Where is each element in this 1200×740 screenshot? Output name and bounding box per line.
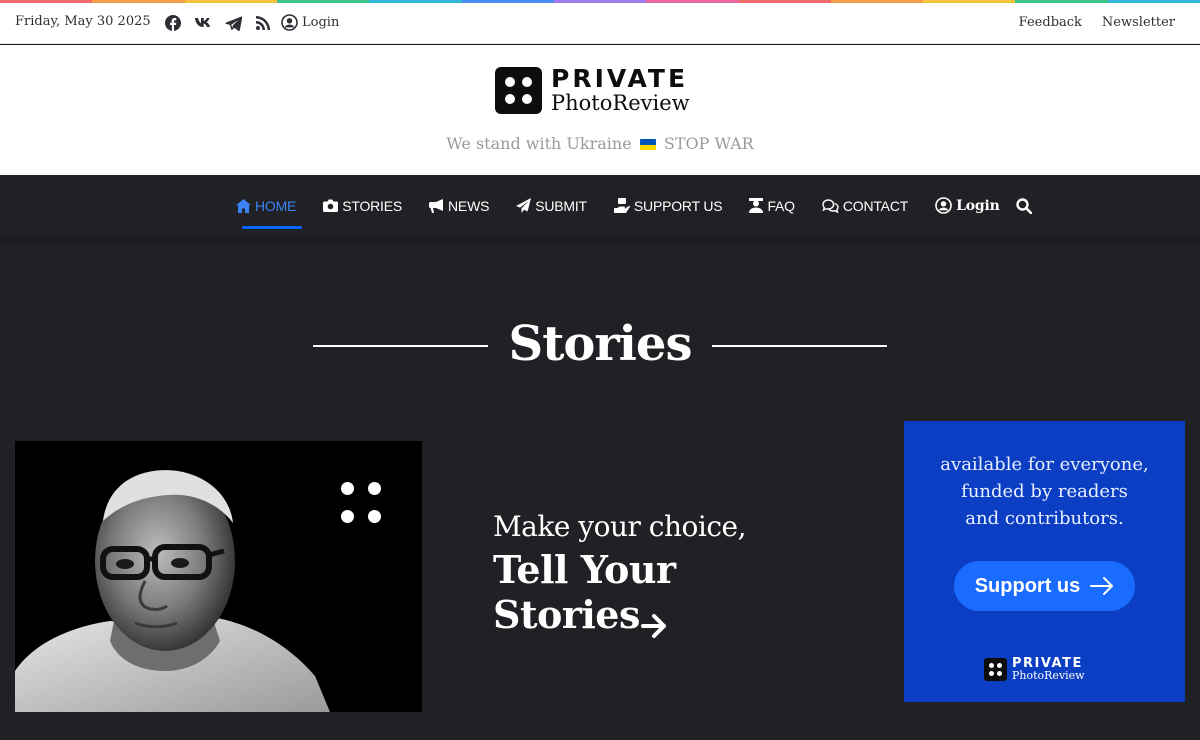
page-title: Stories [508,316,693,372]
section-title: Stories [0,316,1200,372]
social-links [158,12,278,34]
current-date: Friday, May 30 2025 [15,14,151,29]
paper-plane-icon [516,198,532,213]
tagline-text: We stand with Ukraine [446,134,632,153]
donate-hand-icon [613,198,630,213]
top-bar: Friday, May 30 2025 Login Feedback Newsl… [0,3,1200,44]
tell-stories-promo[interactable]: Make your choice, Tell Your Stories [493,510,833,639]
nav-item-news[interactable]: NEWS [429,198,489,214]
ad-text-line2: funded by readers [961,481,1128,502]
story-photo[interactable] [15,441,422,712]
nav-stories-label: STORIES [342,197,403,214]
topbar-login-link[interactable]: Login [281,14,339,31]
support-us-label: Support us [974,574,1081,597]
rss-icon[interactable] [248,12,278,34]
main-nav: HOME STORIES NEWS SUBMIT SUPPORT US FAQ … [0,175,1200,237]
nav-home-label: HOME [255,197,297,214]
nav-item-support-us[interactable]: SUPPORT US [613,197,723,214]
user-circle-icon [281,14,298,31]
arrow-right-icon[interactable] [641,613,669,639]
vk-icon[interactable] [188,12,218,34]
ad-text-line3: and contributors. [965,508,1124,529]
nav-login-link[interactable]: Login [935,197,1000,214]
ad-logo: PRIVATE PhotoReview [984,657,1085,682]
nav-item-contact[interactable]: CONTACT [822,198,908,214]
facebook-icon[interactable] [158,12,188,34]
site-header: PRIVATE PhotoReview We stand with Ukrain… [0,45,1200,175]
megaphone-icon [429,198,444,213]
chat-icon [822,198,839,213]
nav-item-faq[interactable]: FAQ [749,197,795,214]
ukraine-tagline: We stand with Ukraine STOP WAR [0,134,1200,153]
nav-item-submit[interactable]: SUBMIT [516,198,587,214]
telegram-icon[interactable] [218,12,248,34]
nav-faq-label: FAQ [767,197,795,214]
topbar-links: Feedback Newsletter [1019,15,1175,30]
logo-mark-icon [495,66,542,114]
camera-icon [323,199,339,212]
tagline-stop-war: STOP WAR [663,134,754,153]
nav-search-button[interactable] [1015,197,1032,214]
nav-support-label: SUPPORT US [633,197,723,214]
nav-contact-label: CONTACT [842,197,909,214]
person-question-icon [749,198,764,213]
logo-line2: PhotoReview [551,91,690,115]
ukraine-flag-icon [639,139,656,150]
ad-text-line1: available for everyone, [940,454,1149,475]
arrow-right-icon [1090,577,1114,595]
nav-item-stories[interactable]: STORIES [323,198,402,214]
topbar-login-label: Login [302,15,340,30]
site-logo[interactable]: PRIVATE PhotoReview [495,66,690,114]
promo-line1: Make your choice, [493,510,746,543]
support-us-button[interactable]: Support us [954,561,1135,611]
photo-logo-dots-icon [341,482,383,524]
nav-item-home[interactable]: HOME [236,197,303,229]
nav-submit-label: SUBMIT [535,197,587,214]
ad-logo-line2: PhotoReview [1012,669,1085,682]
user-circle-icon [935,197,952,214]
home-icon [236,198,251,213]
feedback-link[interactable]: Feedback [1019,15,1082,30]
ad-logo-mark-icon [984,658,1007,682]
ad-text: available for everyone, funded by reader… [904,451,1185,532]
nav-login-label: Login [956,197,1000,214]
newsletter-link[interactable]: Newsletter [1102,15,1175,30]
search-icon [1015,197,1032,214]
nav-news-label: NEWS [448,197,490,214]
support-ad-banner[interactable]: available for everyone, funded by reader… [904,421,1185,702]
logo-line1: PRIVATE [551,64,689,93]
